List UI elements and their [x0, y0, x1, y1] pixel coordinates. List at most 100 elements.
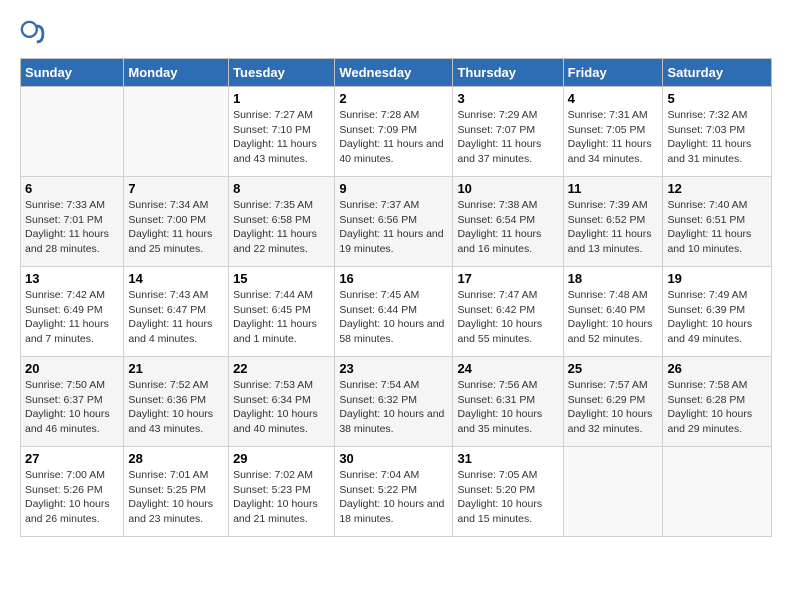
- calendar-cell: 1Sunrise: 7:27 AM Sunset: 7:10 PM Daylig…: [229, 87, 335, 177]
- day-number: 18: [568, 271, 659, 286]
- column-header-monday: Monday: [124, 59, 229, 87]
- day-number: 15: [233, 271, 330, 286]
- calendar-week-row: 1Sunrise: 7:27 AM Sunset: 7:10 PM Daylig…: [21, 87, 772, 177]
- day-number: 7: [128, 181, 224, 196]
- cell-content: Sunrise: 7:54 AM Sunset: 6:32 PM Dayligh…: [339, 378, 448, 437]
- cell-content: Sunrise: 7:53 AM Sunset: 6:34 PM Dayligh…: [233, 378, 330, 437]
- column-header-wednesday: Wednesday: [335, 59, 453, 87]
- calendar-cell: 6 Sunrise: 7:33 AM Sunset: 7:01 PM Daylig…: [21, 177, 124, 267]
- calendar-cell: 7Sunrise: 7:34 AM Sunset: 7:00 PM Daylig…: [124, 177, 229, 267]
- cell-content: Sunrise: 7:31 AM Sunset: 7:05 PM Dayligh…: [568, 108, 659, 167]
- cell-content: Sunrise: 7:37 AM Sunset: 6:56 PM Dayligh…: [339, 198, 448, 257]
- day-number: 25: [568, 361, 659, 376]
- day-number: 5: [667, 91, 767, 106]
- calendar-cell: 22Sunrise: 7:53 AM Sunset: 6:34 PM Dayli…: [229, 357, 335, 447]
- calendar-cell: 23 Sunrise: 7:54 AM Sunset: 6:32 PM Dayli…: [335, 357, 453, 447]
- cell-content: Sunrise: 7:29 AM Sunset: 7:07 PM Dayligh…: [457, 108, 558, 167]
- day-number: 24: [457, 361, 558, 376]
- day-number: 10: [457, 181, 558, 196]
- logo: [20, 20, 52, 48]
- day-number: 2: [339, 91, 448, 106]
- cell-content: Sunrise: 7:33 AM Sunset: 7:01 PM Dayligh…: [25, 198, 119, 257]
- page-header: [20, 20, 772, 48]
- calendar-table: SundayMondayTuesdayWednesdayThursdayFrid…: [20, 58, 772, 537]
- calendar-cell: 15 Sunrise: 7:44 AM Sunset: 6:45 PM Dayli…: [229, 267, 335, 357]
- cell-content: Sunrise: 7:49 AM Sunset: 6:39 PM Dayligh…: [667, 288, 767, 347]
- cell-content: Sunrise: 7:58 AM Sunset: 6:28 PM Dayligh…: [667, 378, 767, 437]
- calendar-cell: 9 Sunrise: 7:37 AM Sunset: 6:56 PM Daylig…: [335, 177, 453, 267]
- calendar-cell: 31Sunrise: 7:05 AM Sunset: 5:20 PM Dayli…: [453, 447, 563, 537]
- calendar-cell: 28 Sunrise: 7:01 AM Sunset: 5:25 PM Dayli…: [124, 447, 229, 537]
- calendar-cell: [124, 87, 229, 177]
- day-number: 3: [457, 91, 558, 106]
- day-number: 12: [667, 181, 767, 196]
- calendar-cell: 2 Sunrise: 7:28 AM Sunset: 7:09 PM Daylig…: [335, 87, 453, 177]
- calendar-week-row: 27Sunrise: 7:00 AM Sunset: 5:26 PM Dayli…: [21, 447, 772, 537]
- calendar-cell: 11 Sunrise: 7:39 AM Sunset: 6:52 PM Dayli…: [563, 177, 663, 267]
- cell-content: Sunrise: 7:39 AM Sunset: 6:52 PM Dayligh…: [568, 198, 659, 257]
- calendar-cell: [21, 87, 124, 177]
- calendar-cell: 21Sunrise: 7:52 AM Sunset: 6:36 PM Dayli…: [124, 357, 229, 447]
- day-number: 11: [568, 181, 659, 196]
- day-number: 8: [233, 181, 330, 196]
- cell-content: Sunrise: 7:01 AM Sunset: 5:25 PM Dayligh…: [128, 468, 224, 527]
- cell-content: Sunrise: 7:44 AM Sunset: 6:45 PM Dayligh…: [233, 288, 330, 347]
- cell-content: Sunrise: 7:47 AM Sunset: 6:42 PM Dayligh…: [457, 288, 558, 347]
- cell-content: Sunrise: 7:38 AM Sunset: 6:54 PM Dayligh…: [457, 198, 558, 257]
- calendar-cell: 17 Sunrise: 7:47 AM Sunset: 6:42 PM Dayli…: [453, 267, 563, 357]
- calendar-cell: 26Sunrise: 7:58 AM Sunset: 6:28 PM Dayli…: [663, 357, 772, 447]
- cell-content: Sunrise: 7:32 AM Sunset: 7:03 PM Dayligh…: [667, 108, 767, 167]
- column-header-thursday: Thursday: [453, 59, 563, 87]
- day-number: 16: [339, 271, 448, 286]
- cell-content: Sunrise: 7:42 AM Sunset: 6:49 PM Dayligh…: [25, 288, 119, 347]
- calendar-cell: 5 Sunrise: 7:32 AM Sunset: 7:03 PM Daylig…: [663, 87, 772, 177]
- calendar-cell: 27Sunrise: 7:00 AM Sunset: 5:26 PM Dayli…: [21, 447, 124, 537]
- cell-content: Sunrise: 7:40 AM Sunset: 6:51 PM Dayligh…: [667, 198, 767, 257]
- day-number: 14: [128, 271, 224, 286]
- column-header-friday: Friday: [563, 59, 663, 87]
- calendar-cell: 14 Sunrise: 7:43 AM Sunset: 6:47 PM Dayli…: [124, 267, 229, 357]
- calendar-header-row: SundayMondayTuesdayWednesdayThursdayFrid…: [21, 59, 772, 87]
- day-number: 20: [25, 361, 119, 376]
- cell-content: Sunrise: 7:28 AM Sunset: 7:09 PM Dayligh…: [339, 108, 448, 167]
- calendar-cell: 29Sunrise: 7:02 AM Sunset: 5:23 PM Dayli…: [229, 447, 335, 537]
- cell-content: Sunrise: 7:43 AM Sunset: 6:47 PM Dayligh…: [128, 288, 224, 347]
- calendar-cell: 8 Sunrise: 7:35 AM Sunset: 6:58 PM Daylig…: [229, 177, 335, 267]
- calendar-week-row: 13 Sunrise: 7:42 AM Sunset: 6:49 PM Dayli…: [21, 267, 772, 357]
- calendar-cell: 18 Sunrise: 7:48 AM Sunset: 6:40 PM Dayli…: [563, 267, 663, 357]
- calendar-week-row: 6 Sunrise: 7:33 AM Sunset: 7:01 PM Daylig…: [21, 177, 772, 267]
- calendar-cell: [563, 447, 663, 537]
- day-number: 1: [233, 91, 330, 106]
- day-number: 30: [339, 451, 448, 466]
- cell-content: Sunrise: 7:57 AM Sunset: 6:29 PM Dayligh…: [568, 378, 659, 437]
- cell-content: Sunrise: 7:48 AM Sunset: 6:40 PM Dayligh…: [568, 288, 659, 347]
- day-number: 9: [339, 181, 448, 196]
- cell-content: Sunrise: 7:04 AM Sunset: 5:22 PM Dayligh…: [339, 468, 448, 527]
- day-number: 6: [25, 181, 119, 196]
- cell-content: Sunrise: 7:02 AM Sunset: 5:23 PM Dayligh…: [233, 468, 330, 527]
- day-number: 19: [667, 271, 767, 286]
- calendar-cell: 13 Sunrise: 7:42 AM Sunset: 6:49 PM Dayli…: [21, 267, 124, 357]
- day-number: 4: [568, 91, 659, 106]
- cell-content: Sunrise: 7:50 AM Sunset: 6:37 PM Dayligh…: [25, 378, 119, 437]
- day-number: 28: [128, 451, 224, 466]
- day-number: 17: [457, 271, 558, 286]
- day-number: 13: [25, 271, 119, 286]
- calendar-cell: 19 Sunrise: 7:49 AM Sunset: 6:39 PM Dayli…: [663, 267, 772, 357]
- cell-content: Sunrise: 7:45 AM Sunset: 6:44 PM Dayligh…: [339, 288, 448, 347]
- cell-content: Sunrise: 7:52 AM Sunset: 6:36 PM Dayligh…: [128, 378, 224, 437]
- logo-icon: [20, 20, 48, 48]
- calendar-cell: 16 Sunrise: 7:45 AM Sunset: 6:44 PM Dayli…: [335, 267, 453, 357]
- cell-content: Sunrise: 7:35 AM Sunset: 6:58 PM Dayligh…: [233, 198, 330, 257]
- column-header-tuesday: Tuesday: [229, 59, 335, 87]
- day-number: 23: [339, 361, 448, 376]
- column-header-saturday: Saturday: [663, 59, 772, 87]
- calendar-cell: 12 Sunrise: 7:40 AM Sunset: 6:51 PM Dayli…: [663, 177, 772, 267]
- cell-content: Sunrise: 7:56 AM Sunset: 6:31 PM Dayligh…: [457, 378, 558, 437]
- column-header-sunday: Sunday: [21, 59, 124, 87]
- calendar-cell: [663, 447, 772, 537]
- cell-content: Sunrise: 7:05 AM Sunset: 5:20 PM Dayligh…: [457, 468, 558, 527]
- calendar-cell: 10 Sunrise: 7:38 AM Sunset: 6:54 PM Dayli…: [453, 177, 563, 267]
- calendar-week-row: 20 Sunrise: 7:50 AM Sunset: 6:37 PM Dayli…: [21, 357, 772, 447]
- calendar-cell: 3 Sunrise: 7:29 AM Sunset: 7:07 PM Daylig…: [453, 87, 563, 177]
